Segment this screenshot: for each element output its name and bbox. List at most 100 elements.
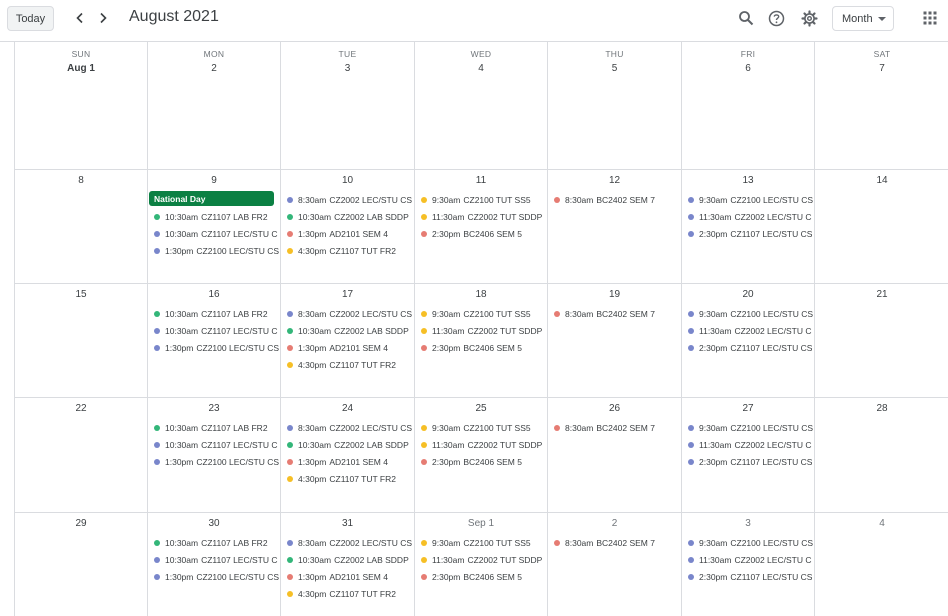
- event-chip[interactable]: 1:30pm CZ2100 LEC/STU CS: [148, 242, 280, 259]
- event-chip[interactable]: 10:30am CZ1107 LAB FR2: [148, 419, 280, 436]
- event-chip[interactable]: 1:30pm CZ2100 LEC/STU CS: [148, 453, 280, 470]
- event-chip[interactable]: 9:30am CZ2100 TUT SS5: [415, 191, 547, 208]
- apps-icon[interactable]: [920, 8, 940, 28]
- chevron-left-icon[interactable]: [70, 8, 90, 28]
- date-number[interactable]: 11: [415, 175, 547, 186]
- event-chip[interactable]: 10:30am CZ1107 LEC/STU C: [148, 225, 280, 242]
- event-chip[interactable]: 8:30am BC2402 SEM 7: [548, 305, 681, 322]
- date-number[interactable]: 20: [682, 289, 814, 300]
- date-number[interactable]: 27: [682, 403, 814, 414]
- date-number[interactable]: 23: [148, 403, 280, 414]
- day-cell[interactable]: 22: [15, 398, 148, 512]
- date-number[interactable]: 28: [815, 403, 948, 414]
- event-chip[interactable]: 11:30am CZ2002 TUT SDDP: [415, 436, 547, 453]
- event-chip[interactable]: 2:30pm CZ1107 LEC/STU CS: [682, 568, 814, 585]
- day-cell[interactable]: 21: [815, 284, 948, 397]
- date-number[interactable]: 16: [148, 289, 280, 300]
- date-number[interactable]: 4: [415, 63, 547, 74]
- event-chip[interactable]: 11:30am CZ2002 LEC/STU C: [682, 322, 814, 339]
- date-number[interactable]: 25: [415, 403, 547, 414]
- date-number[interactable]: 3: [281, 63, 414, 74]
- day-cell[interactable]: 17 8:30am CZ2002 LEC/STU CS 10:30am CZ2002 L…: [281, 284, 415, 397]
- event-chip[interactable]: 11:30am CZ2002 TUT SDDP: [415, 208, 547, 225]
- event-chip[interactable]: 9:30am CZ2100 TUT SS5: [415, 534, 547, 551]
- event-chip[interactable]: 2:30pm BC2406 SEM 5: [415, 568, 547, 585]
- day-cell[interactable]: 13 9:30am CZ2100 LEC/STU CS 11:30am CZ2002 L…: [682, 170, 815, 283]
- day-cell[interactable]: SAT 7: [815, 42, 948, 169]
- day-cell[interactable]: 10 8:30am CZ2002 LEC/STU CS 10:30am CZ2002 L…: [281, 170, 415, 283]
- day-cell[interactable]: WED 4: [415, 42, 548, 169]
- date-number[interactable]: 13: [682, 175, 814, 186]
- event-chip[interactable]: 4:30pm CZ1107 TUT FR2: [281, 585, 414, 602]
- day-cell[interactable]: 3 9:30am CZ2100 LEC/STU CS 11:30am CZ2002 LE…: [682, 513, 815, 616]
- date-number[interactable]: 14: [815, 175, 948, 186]
- day-cell[interactable]: 28: [815, 398, 948, 512]
- day-cell[interactable]: 11 9:30am CZ2100 TUT SS5 11:30am CZ2002 TUT …: [415, 170, 548, 283]
- event-chip[interactable]: 8:30am CZ2002 LEC/STU CS: [281, 419, 414, 436]
- date-number[interactable]: 8: [15, 175, 147, 186]
- date-number[interactable]: 29: [15, 518, 147, 529]
- day-cell[interactable]: 29: [15, 513, 148, 616]
- day-cell[interactable]: 24 8:30am CZ2002 LEC/STU CS 10:30am CZ2002 L…: [281, 398, 415, 512]
- event-chip[interactable]: 10:30am CZ2002 LAB SDDP: [281, 322, 414, 339]
- event-chip[interactable]: 8:30am CZ2002 LEC/STU CS: [281, 534, 414, 551]
- event-chip[interactable]: 1:30pm CZ2100 LEC/STU CS: [148, 568, 280, 585]
- day-cell[interactable]: 23 10:30am CZ1107 LAB FR2 10:30am CZ1107 LEC…: [148, 398, 281, 512]
- day-cell[interactable]: 4: [815, 513, 948, 616]
- day-cell[interactable]: 27 9:30am CZ2100 LEC/STU CS 11:30am CZ2002 L…: [682, 398, 815, 512]
- event-chip[interactable]: 4:30pm CZ1107 TUT FR2: [281, 470, 414, 487]
- event-chip[interactable]: 9:30am CZ2100 LEC/STU CS: [682, 419, 814, 436]
- event-chip[interactable]: 2:30pm BC2406 SEM 5: [415, 453, 547, 470]
- date-number[interactable]: 4: [815, 518, 948, 529]
- event-chip[interactable]: 10:30am CZ2002 LAB SDDP: [281, 208, 414, 225]
- view-select[interactable]: Month: [832, 6, 894, 31]
- event-chip[interactable]: 2:30pm CZ1107 LEC/STU CS: [682, 225, 814, 242]
- date-number[interactable]: 2: [548, 518, 681, 529]
- day-cell[interactable]: 15: [15, 284, 148, 397]
- date-number[interactable]: 3: [682, 518, 814, 529]
- event-chip[interactable]: 1:30pm CZ2100 LEC/STU CS: [148, 339, 280, 356]
- day-cell[interactable]: 26 8:30am BC2402 SEM 7: [548, 398, 682, 512]
- event-chip[interactable]: 9:30am CZ2100 LEC/STU CS: [682, 305, 814, 322]
- event-chip[interactable]: 9:30am CZ2100 TUT SS5: [415, 305, 547, 322]
- date-number[interactable]: 21: [815, 289, 948, 300]
- help-icon[interactable]: [766, 8, 786, 28]
- event-chip[interactable]: 11:30am CZ2002 LEC/STU C: [682, 208, 814, 225]
- event-chip[interactable]: 9:30am CZ2100 LEC/STU CS: [682, 534, 814, 551]
- day-cell[interactable]: 31 8:30am CZ2002 LEC/STU CS 10:30am CZ2002 L…: [281, 513, 415, 616]
- event-chip[interactable]: 2:30pm CZ1107 LEC/STU CS: [682, 453, 814, 470]
- event-chip[interactable]: 9:30am CZ2100 LEC/STU CS: [682, 191, 814, 208]
- date-number[interactable]: 22: [15, 403, 147, 414]
- event-chip[interactable]: 2:30pm BC2406 SEM 5: [415, 339, 547, 356]
- chevron-right-icon[interactable]: [93, 8, 113, 28]
- day-cell[interactable]: Sep 1 9:30am CZ2100 TUT SS5 11:30am CZ2002 T…: [415, 513, 548, 616]
- date-number[interactable]: 31: [281, 518, 414, 529]
- day-cell[interactable]: 25 9:30am CZ2100 TUT SS5 11:30am CZ2002 TUT …: [415, 398, 548, 512]
- event-chip[interactable]: 10:30am CZ1107 LAB FR2: [148, 305, 280, 322]
- event-chip[interactable]: 8:30am BC2402 SEM 7: [548, 419, 681, 436]
- date-number[interactable]: 18: [415, 289, 547, 300]
- date-number[interactable]: 7: [815, 63, 948, 74]
- all-day-event[interactable]: National Day: [149, 191, 274, 206]
- event-chip[interactable]: 2:30pm BC2406 SEM 5: [415, 225, 547, 242]
- event-chip[interactable]: 10:30am CZ2002 LAB SDDP: [281, 551, 414, 568]
- event-chip[interactable]: 11:30am CZ2002 TUT SDDP: [415, 551, 547, 568]
- event-chip[interactable]: 1:30pm AD2101 SEM 4: [281, 225, 414, 242]
- event-chip[interactable]: 10:30am CZ1107 LEC/STU C: [148, 551, 280, 568]
- date-number[interactable]: 24: [281, 403, 414, 414]
- date-number[interactable]: 5: [548, 63, 681, 74]
- day-cell[interactable]: TUE 3: [281, 42, 415, 169]
- day-cell[interactable]: 18 9:30am CZ2100 TUT SS5 11:30am CZ2002 TUT …: [415, 284, 548, 397]
- day-cell[interactable]: 2 8:30am BC2402 SEM 7: [548, 513, 682, 616]
- event-chip[interactable]: 1:30pm AD2101 SEM 4: [281, 568, 414, 585]
- date-number[interactable]: 17: [281, 289, 414, 300]
- event-chip[interactable]: 10:30am CZ1107 LAB FR2: [148, 534, 280, 551]
- date-number[interactable]: Sep 1: [415, 518, 547, 529]
- event-chip[interactable]: 11:30am CZ2002 LEC/STU C: [682, 551, 814, 568]
- day-cell[interactable]: 20 9:30am CZ2100 LEC/STU CS 11:30am CZ2002 L…: [682, 284, 815, 397]
- day-cell[interactable]: 8: [15, 170, 148, 283]
- event-chip[interactable]: 1:30pm AD2101 SEM 4: [281, 453, 414, 470]
- today-button[interactable]: Today: [7, 6, 54, 31]
- day-cell[interactable]: SUN Aug 1: [15, 42, 148, 169]
- day-cell[interactable]: MON 2: [148, 42, 281, 169]
